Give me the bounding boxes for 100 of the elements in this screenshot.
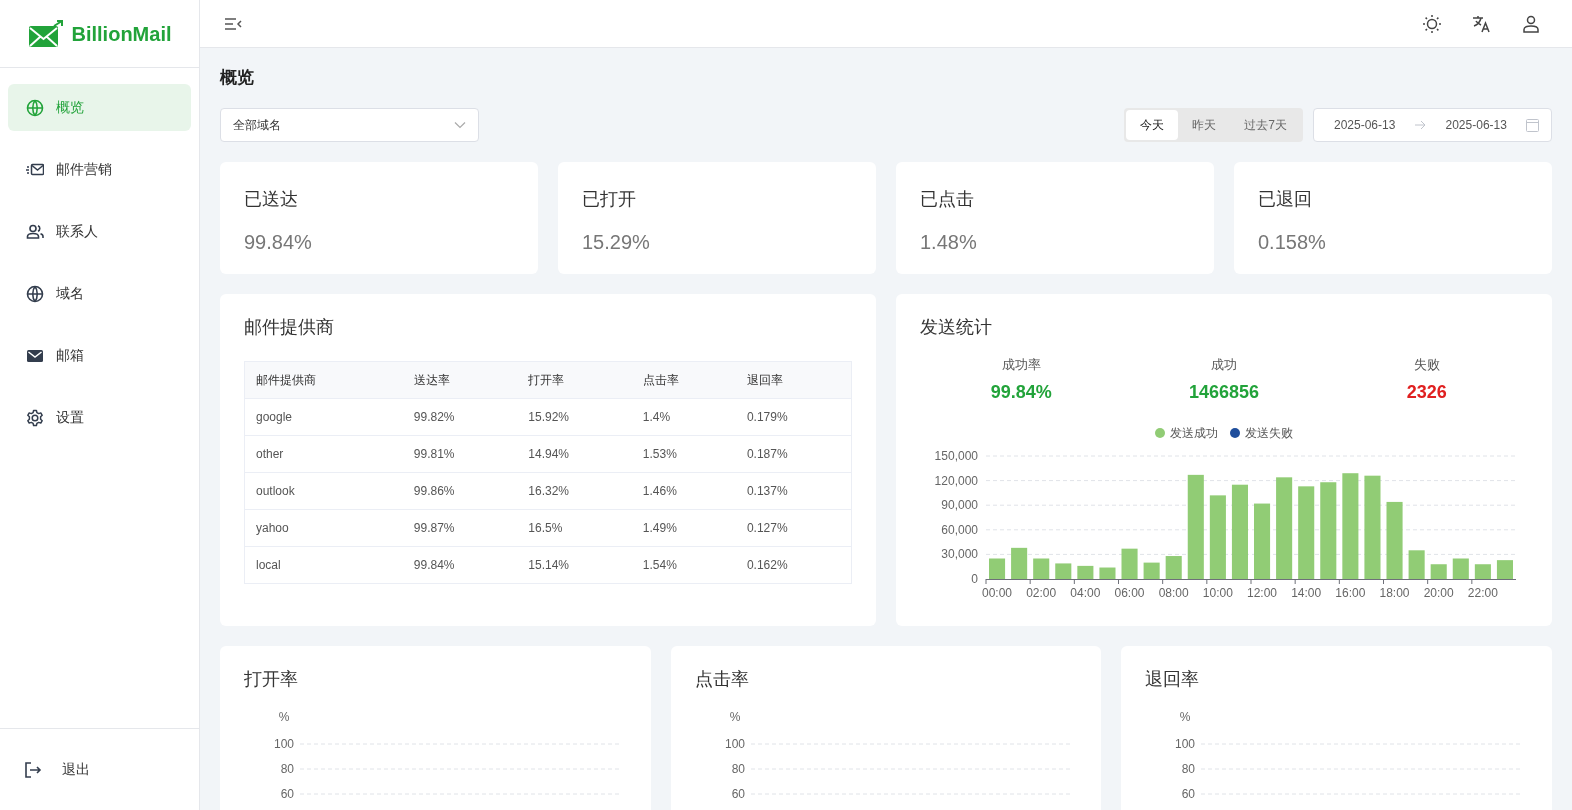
sidebar-item[interactable]: 联系人 (8, 208, 191, 255)
summary-value: 1466856 (1188, 380, 1260, 404)
chart-bar (1474, 563, 1491, 579)
table-cell: google (244, 398, 403, 436)
axis-label: 60 (280, 787, 294, 801)
calendar-icon (1525, 118, 1539, 132)
summary-value: 2326 (1406, 380, 1447, 404)
chart-bar (1011, 547, 1028, 579)
chart-bar (1121, 548, 1138, 579)
brand-name: BillionMail (71, 21, 172, 47)
axis-label: 10:00 (1202, 585, 1233, 600)
card-title: 退回率 (1145, 668, 1200, 691)
column-header: 打开率 (517, 361, 632, 399)
end-date: 2025-06-13 (1445, 117, 1507, 134)
start-date: 2025-06-13 (1334, 117, 1396, 134)
axis-label: 80 (1181, 762, 1196, 776)
chart-bar (1408, 549, 1425, 579)
axis-label: 08:00 (1158, 585, 1189, 600)
table-cell: 0.127% (735, 509, 852, 547)
table-cell: 1.49% (631, 509, 736, 547)
axis-label: 12:00 (1247, 585, 1278, 600)
menu-collapse-icon[interactable] (224, 16, 242, 31)
card-title: 点击率 (694, 668, 749, 691)
table-cell: 16.5% (517, 509, 632, 547)
summary-value: 99.84% (990, 380, 1052, 404)
range-tab[interactable]: 过去7天 (1230, 110, 1301, 140)
table-cell: 16.32% (517, 472, 632, 510)
axis-label: 100 (273, 737, 294, 751)
table-cell: outlook (244, 472, 403, 510)
axis-label: 100 (724, 737, 745, 751)
column-header: 送达率 (402, 361, 518, 399)
column-header: 点击率 (631, 361, 736, 399)
axis-label: 04:00 (1070, 585, 1101, 600)
range-tab[interactable]: 今天 (1126, 110, 1179, 140)
sidebar-item[interactable]: 设置 (8, 394, 191, 441)
envelope-logo-icon (27, 19, 64, 48)
table-cell: 99.81% (402, 435, 518, 473)
chart-bar (989, 558, 1006, 579)
arrow-right-icon (1414, 120, 1427, 130)
summary-label: 失败 (1413, 356, 1440, 374)
stat-value: 1.48% (920, 230, 977, 255)
stat-title: 已送达 (244, 188, 298, 211)
globe-icon (26, 284, 44, 303)
card-title: 邮件提供商 (244, 316, 335, 339)
stat-title: 已点击 (920, 188, 974, 211)
date-range-field[interactable]: 2025-06-13 2025-06-13 (1313, 108, 1552, 142)
column-header: 退回率 (735, 361, 852, 399)
axis-label: 06:00 (1114, 585, 1145, 600)
chart-bar (1055, 562, 1072, 579)
chevron-down-icon (454, 121, 466, 129)
sidebar-item[interactable]: 域名 (8, 270, 191, 317)
legend-label: 发送失败 (1245, 424, 1293, 442)
page-title: 概览 (220, 67, 254, 89)
axis-label: 60,000 (941, 522, 978, 537)
sun-icon[interactable] (1422, 13, 1442, 34)
legend-label: 发送成功 (1170, 424, 1218, 442)
logout-link[interactable]: 退出 (24, 751, 102, 788)
table-cell: 0.162% (735, 546, 852, 584)
translate-icon[interactable] (1472, 13, 1492, 34)
table-cell: local (244, 546, 403, 584)
table-cell: 99.84% (402, 546, 518, 584)
sidebar-item[interactable]: 邮件营销 (8, 146, 191, 193)
table-cell: other (244, 435, 403, 473)
chart-bar (1077, 565, 1094, 579)
card-title: 发送统计 (920, 316, 993, 339)
table-cell: 1.4% (631, 398, 736, 436)
table-cell: 1.46% (631, 472, 736, 510)
axis-title: % (729, 710, 740, 724)
domain-select[interactable]: 全部域名 (220, 108, 479, 142)
summary-label: 成功 (1211, 356, 1237, 374)
axis-label: 60 (1181, 787, 1196, 801)
chart-bar (1143, 562, 1160, 579)
stat-value: 99.84% (244, 230, 312, 255)
table-cell: 99.86% (402, 472, 518, 510)
gear-icon (26, 408, 44, 427)
range-tab[interactable]: 昨天 (1178, 110, 1231, 140)
table-cell: 99.87% (402, 509, 518, 547)
axis-label: 120,000 (934, 473, 978, 488)
table-cell: 15.14% (517, 546, 632, 584)
chart-bar (1430, 563, 1447, 579)
axis-label: 20:00 (1423, 585, 1454, 600)
axis-label: 90,000 (941, 497, 978, 512)
axis-label: 100 (1175, 737, 1196, 751)
stat-title: 已退回 (1258, 188, 1312, 211)
column-header: 邮件提供商 (244, 361, 403, 399)
axis-label: 02:00 (1026, 585, 1057, 600)
table-cell: 0.187% (735, 435, 852, 473)
globe-icon (26, 98, 44, 117)
axis-label: 60 (731, 787, 745, 801)
axis-label: 22:00 (1467, 585, 1498, 600)
table-cell: 1.54% (631, 546, 736, 584)
table-cell: 1.53% (631, 435, 736, 473)
axis-label: 30,000 (941, 546, 978, 561)
sidebar-item[interactable]: 邮箱 (8, 332, 191, 379)
chart-bar (1496, 559, 1513, 579)
user-icon[interactable] (1522, 14, 1540, 33)
axis-label: 16:00 (1335, 585, 1366, 600)
table-cell: 0.137% (735, 472, 852, 510)
table-cell: 14.94% (517, 435, 632, 473)
axis-label: 18:00 (1379, 585, 1410, 600)
